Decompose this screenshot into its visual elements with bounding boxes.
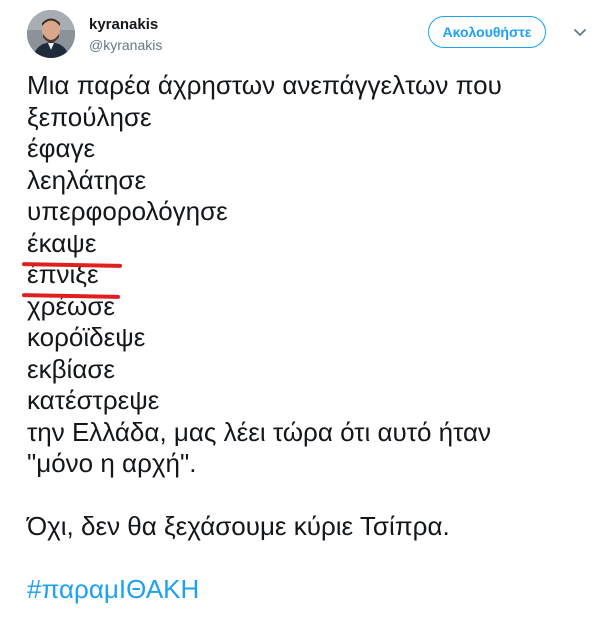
tweet-line: κορόϊδεψε bbox=[27, 322, 146, 352]
tweet-line: ξεπούλησε bbox=[27, 101, 152, 132]
tweet-line: Μια παρέα άχρηστων ανεπάγγελτων που bbox=[27, 70, 502, 100]
display-name[interactable]: kyranakis bbox=[89, 16, 158, 33]
tweet-line: έφαγε bbox=[27, 133, 96, 163]
tweet-line: "μόνο η αρχή". bbox=[27, 448, 197, 478]
hashtag-link[interactable]: #παραμΙΘΑΚΗ bbox=[27, 574, 597, 606]
tweet-line: λεηλάτησε bbox=[27, 164, 147, 195]
tweet-text: Μια παρέα άχρηστων ανεπάγγελτων που ξεπο… bbox=[27, 70, 597, 606]
follow-button[interactable]: Ακολουθήστε bbox=[428, 16, 546, 48]
chevron-down-icon[interactable] bbox=[570, 22, 590, 42]
tweet-header: kyranakis @kyranakis Ακολουθήστε bbox=[27, 10, 597, 62]
tweet-line: υπερφορολόγησε bbox=[27, 196, 228, 226]
tweet-closing-line: Όχι, δεν θα ξεχάσουμε κύριε Τσίπρα. bbox=[27, 511, 450, 541]
tweet-line: κατέστρεψε bbox=[27, 385, 160, 415]
tweet-line: εκβίασε bbox=[27, 353, 115, 384]
avatar-image bbox=[27, 10, 75, 58]
tweet-line: έκαψε bbox=[27, 227, 97, 258]
user-handle[interactable]: @kyranakis bbox=[89, 37, 162, 53]
avatar[interactable] bbox=[27, 10, 75, 58]
tweet-line: την Ελλάδα, μας λέει τώρα ότι αυτό ήταν bbox=[27, 416, 492, 447]
